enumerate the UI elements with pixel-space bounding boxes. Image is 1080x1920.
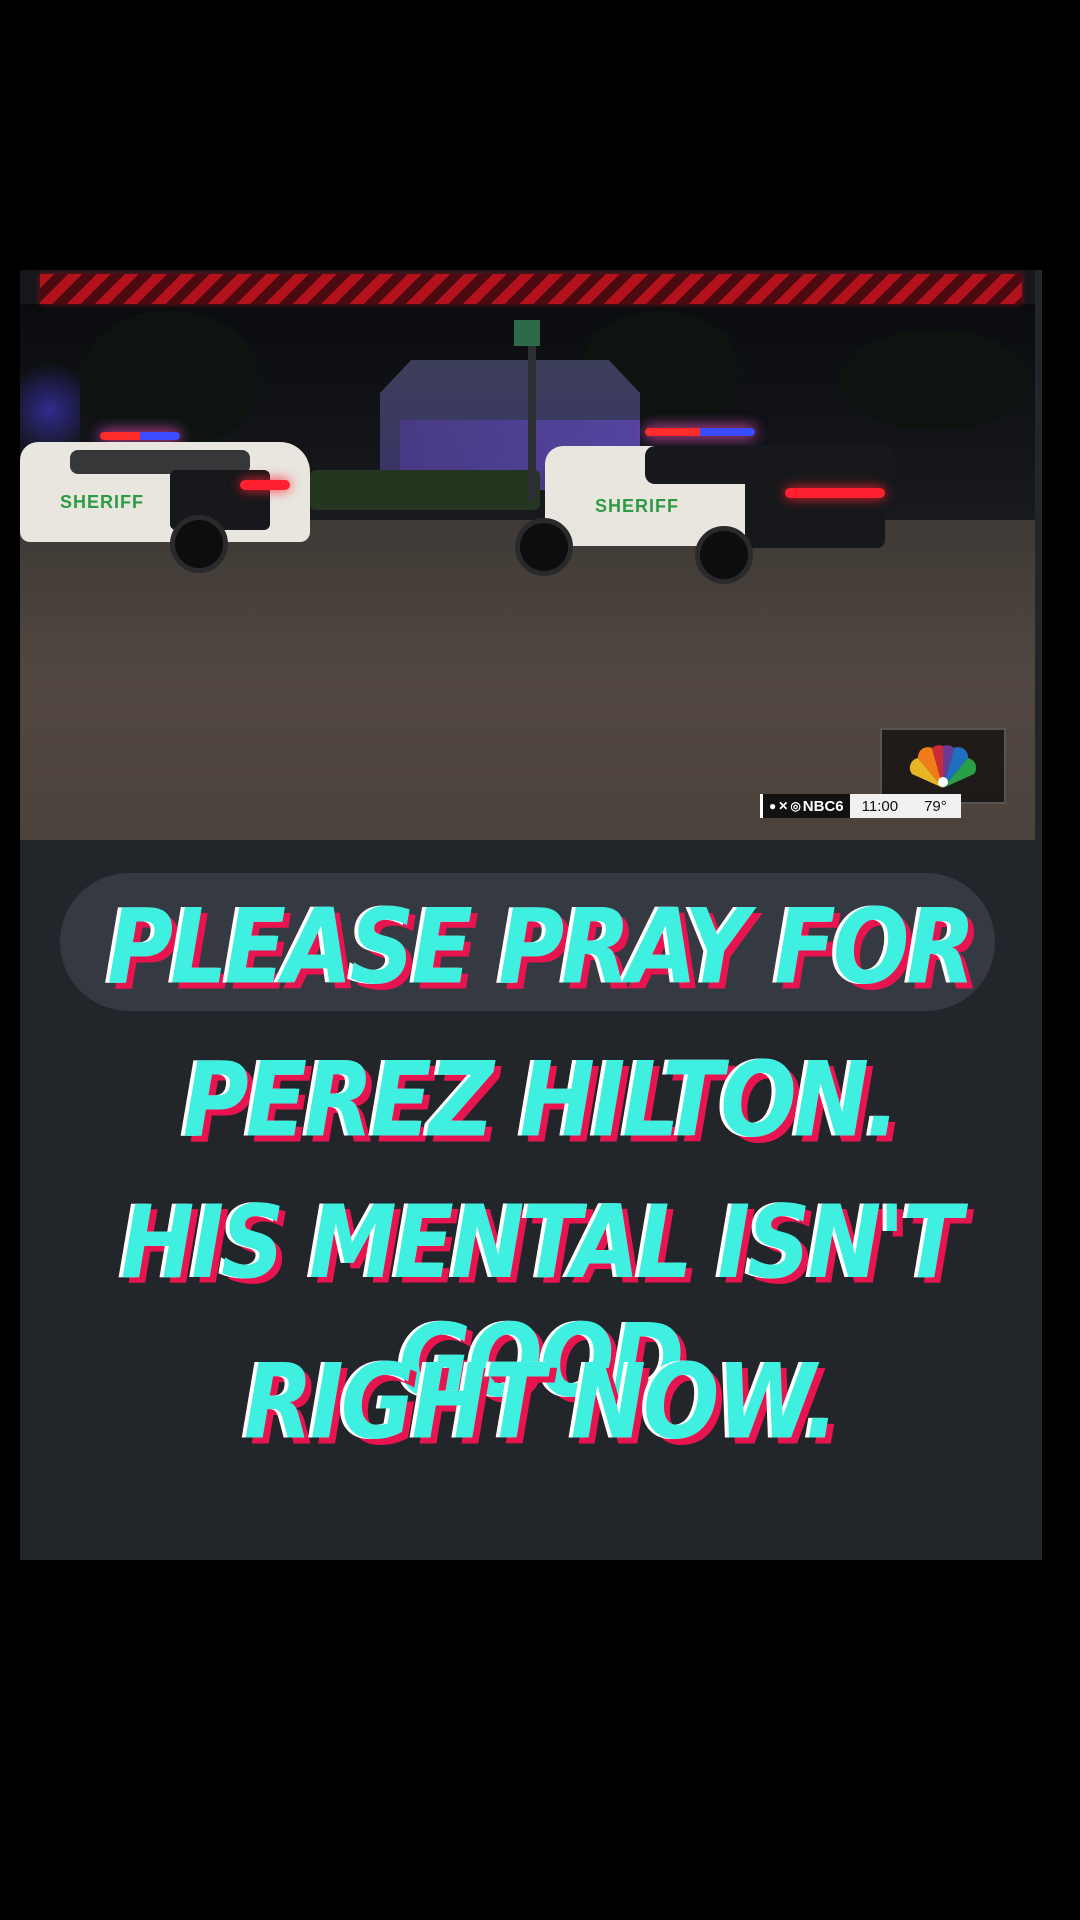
video-post: { "news_clip": { "vehicle_label_left": "… <box>0 0 1080 1920</box>
wheel <box>695 526 753 584</box>
vehicle-label: SHERIFF <box>595 496 680 516</box>
police-lightbar <box>100 432 180 440</box>
wheel <box>515 518 573 576</box>
ticker-time: 11:00 <box>849 794 911 818</box>
hazard-stripe <box>40 274 1022 304</box>
news-ticker: ● ✕ ◎ NBC6 11:00 79° <box>760 794 961 818</box>
ticker-temperature: 79° <box>910 794 961 818</box>
handle-text: NBC6 <box>802 797 844 815</box>
nbc-peacock-icon <box>909 745 977 788</box>
instagram-icon: ◎ <box>790 799 801 813</box>
tree <box>80 310 260 450</box>
taillight <box>785 488 885 498</box>
police-lightbar <box>645 428 755 436</box>
vehicle-label: SHERIFF <box>60 492 145 512</box>
grass <box>310 470 540 510</box>
caption-line-2: PEREZ HILTON. <box>182 1040 901 1161</box>
caption-line-1: PLEASE PRAY FOR <box>107 887 975 1008</box>
caption-line-4: RIGHT NOW. <box>243 1342 839 1463</box>
street-sign <box>514 320 540 346</box>
suv-windows <box>70 450 250 474</box>
facebook-icon: ● <box>769 799 777 813</box>
tree <box>840 330 1030 430</box>
sheriff-car-right: SHERIFF <box>515 428 905 588</box>
x-icon: ✕ <box>778 799 789 813</box>
sheriff-suv-left: SHERIFF <box>20 430 310 573</box>
network-logo-bug <box>880 728 1006 804</box>
social-handle: ● ✕ ◎ NBC6 <box>760 794 850 818</box>
taillight <box>240 480 290 490</box>
wheel <box>170 515 228 573</box>
news-video-frame[interactable]: SHERIFF SHERIFF ● ✕ ◎ NBC6 11:00 79° <box>20 270 1035 840</box>
